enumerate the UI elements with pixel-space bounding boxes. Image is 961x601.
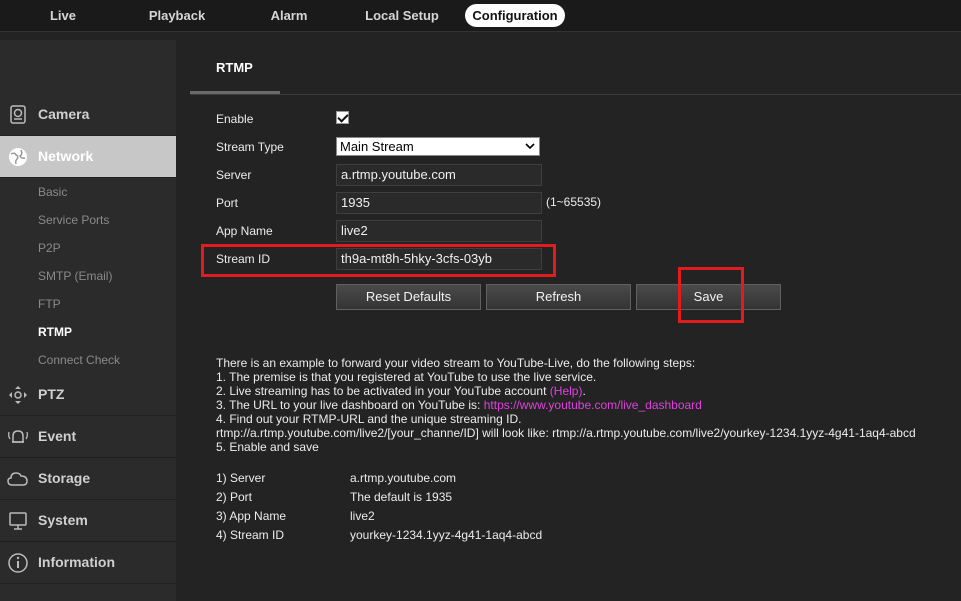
reset-defaults-button[interactable]: Reset Defaults	[336, 284, 481, 310]
info-icon	[8, 553, 28, 573]
stream-type-select[interactable]: Main Stream	[336, 137, 540, 156]
kv-key-stream-id: 4) Stream ID	[216, 528, 285, 542]
sidebar-label-system: System	[38, 512, 88, 528]
sidebar-label-information: Information	[38, 554, 115, 570]
tab-playback[interactable]: Playback	[137, 4, 217, 27]
sidebar-sub-p2p[interactable]: P2P	[38, 241, 61, 255]
kv-key-server: 1) Server	[216, 471, 266, 485]
alarm-bell-icon	[8, 430, 28, 443]
monitor-icon	[9, 512, 27, 530]
sidebar-item-system[interactable]: System	[0, 500, 176, 542]
sidebar-item-camera[interactable]: Camera	[0, 94, 176, 136]
ptz-icon	[9, 386, 27, 404]
sidebar-sub-rtmp[interactable]: RTMP	[38, 325, 72, 339]
stream-type-label: Stream Type	[216, 140, 284, 154]
kv-key-app-name: 3) App Name	[216, 509, 287, 523]
info-intro: There is an example to forward your vide…	[216, 356, 696, 370]
kv-value-server: a.rtmp.youtube.com	[350, 471, 457, 485]
top-navigation: Live Playback Alarm Local Setup Configur…	[0, 0, 961, 32]
enable-label: Enable	[216, 112, 254, 126]
tab-rtmp[interactable]: RTMP	[190, 50, 280, 94]
sidebar-item-ptz[interactable]: PTZ	[0, 374, 176, 416]
highlight-stream-id	[201, 244, 556, 277]
divider	[190, 94, 961, 95]
port-label: Port	[216, 196, 239, 210]
tab-local-setup[interactable]: Local Setup	[357, 4, 447, 27]
camera-icon	[10, 105, 26, 124]
page-title: RTMP	[216, 60, 253, 75]
info-step5: 5. Enable and save	[216, 440, 319, 454]
sidebar: Camera Network Basic Service Ports P2P S…	[0, 40, 186, 601]
kv-key-port: 2) Port	[216, 490, 253, 504]
tab-live[interactable]: Live	[33, 4, 93, 27]
stream-type-value: Main Stream	[340, 139, 414, 154]
sidebar-label-ptz: PTZ	[38, 386, 65, 402]
sidebar-item-information[interactable]: Information	[0, 542, 176, 584]
live-dashboard-link[interactable]: https://www.youtube.com/live_dashboard	[484, 398, 702, 412]
tab-alarm[interactable]: Alarm	[259, 4, 319, 27]
chevron-down-icon	[525, 143, 535, 150]
sidebar-item-event[interactable]: Event	[0, 416, 176, 458]
info-step4: 4. Find out your RTMP-URL and the unique…	[216, 412, 522, 426]
sidebar-sub-service-ports[interactable]: Service Ports	[38, 213, 109, 227]
info-step2: 2. Live streaming has to be activated in…	[216, 384, 586, 398]
kv-value-port: The default is 1935	[350, 490, 453, 504]
kv-value-app-name: live2	[350, 509, 375, 523]
help-link[interactable]: (Help)	[550, 384, 583, 398]
app-root: Live Playback Alarm Local Setup Configur…	[0, 0, 961, 601]
tab-configuration[interactable]: Configuration	[465, 4, 565, 27]
highlight-save	[678, 267, 744, 323]
network-icon	[9, 148, 27, 166]
sidebar-item-storage[interactable]: Storage	[0, 458, 176, 500]
sidebar-sub-connect-check[interactable]: Connect Check	[38, 353, 120, 367]
port-range-hint: (1~65535)	[546, 195, 602, 209]
sidebar-label-network: Network	[38, 148, 94, 164]
refresh-button[interactable]: Refresh	[486, 284, 631, 310]
app-name-label: App Name	[216, 224, 273, 238]
server-input[interactable]: a.rtmp.youtube.com	[336, 164, 542, 186]
info-step2-text: 2. Live streaming has to be activated in…	[216, 384, 550, 398]
info-example: rtmp://a.rtmp.youtube.com/live2/[your_ch…	[216, 426, 916, 440]
enable-checkbox[interactable]	[336, 111, 349, 124]
server-label: Server	[216, 168, 252, 182]
app-name-input[interactable]: live2	[336, 220, 542, 242]
info-step1: 1. The premise is that you registered at…	[216, 370, 597, 384]
sidebar-label-event: Event	[38, 428, 77, 444]
sidebar-label-camera: Camera	[38, 106, 90, 122]
kv-value-stream-id: yourkey-1234.1yyz-4g41-1aq4-abcd	[350, 528, 543, 542]
port-input[interactable]: 1935	[336, 192, 542, 214]
sidebar-label-storage: Storage	[38, 470, 91, 486]
info-step3: 3. The URL to your live dashboard on You…	[216, 398, 702, 412]
content-area: RTMP Enable Stream Type Main Stream Serv…	[176, 40, 961, 601]
info-step3-text: 3. The URL to your live dashboard on You…	[216, 398, 484, 412]
cloud-storage-icon	[7, 472, 28, 486]
sidebar-sub-ftp[interactable]: FTP	[38, 297, 61, 311]
info-step2-end: .	[582, 384, 586, 398]
sidebar-item-network[interactable]: Network	[0, 136, 186, 178]
sidebar-sub-smtp[interactable]: SMTP (Email)	[38, 269, 112, 283]
sidebar-sub-basic[interactable]: Basic	[38, 185, 67, 199]
